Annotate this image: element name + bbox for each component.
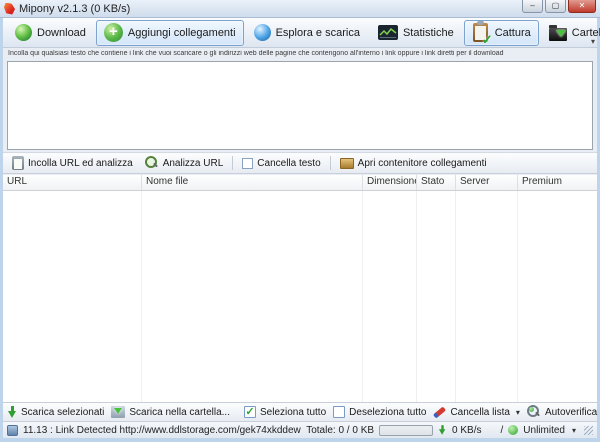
add-links-label: Aggiungi collegamenti <box>128 27 236 39</box>
blank-page-icon <box>242 158 253 169</box>
titlebar[interactable]: Mipony v2.1.3 (0 KB/s) – ▢ ✕ <box>0 0 600 18</box>
add-links-button[interactable]: + Aggiungi collegamenti <box>96 20 244 46</box>
links-table: URL Nome file Dimensione ... Stato Serve… <box>3 175 597 402</box>
column-header-server[interactable]: Server <box>456 175 518 190</box>
speed-down-arrow-icon <box>439 425 446 435</box>
status-message: 11.13 : Link Detected http://www.ddlstor… <box>23 425 301 436</box>
window-title: Mipony v2.1.3 (0 KB/s) <box>19 3 522 15</box>
download-folder-label: Cartella download <box>572 27 600 39</box>
open-container-button[interactable]: Apri contenitore collegamenti <box>337 156 490 171</box>
clear-list-label: Cancella lista <box>450 407 509 418</box>
minimize-button[interactable]: – <box>522 0 543 13</box>
statistics-button[interactable]: Statistiche <box>370 20 462 46</box>
total-progressbar <box>379 425 433 436</box>
main-toolbar: Download + Aggiungi collegamenti Esplora… <box>3 18 597 48</box>
analyze-url-button[interactable]: Analizza URL <box>142 154 227 172</box>
paste-hint-text: Incolla qui qualsiasi testo che contiene… <box>8 50 592 57</box>
add-plus-icon: + <box>104 23 123 42</box>
maximize-button[interactable]: ▢ <box>545 0 566 13</box>
container-box-icon <box>340 158 354 169</box>
autocheck-magnifier-icon <box>527 405 541 419</box>
download-label: Download <box>37 27 86 39</box>
download-selected-label: Scarica selezionati <box>21 407 104 418</box>
green-down-arrow-icon <box>8 406 17 418</box>
download-folder-icon <box>549 28 567 41</box>
table-header-row: URL Nome file Dimensione ... Stato Serve… <box>3 175 597 191</box>
window-controls: – ▢ ✕ <box>522 0 596 18</box>
browse-download-label: Esplora e scarica <box>276 27 360 39</box>
slash-separator: / <box>501 425 504 436</box>
speed-value: 0 KB/s <box>452 425 481 436</box>
select-all-button[interactable]: ✓ Seleziona tutto <box>244 406 326 418</box>
autocheck-label: Autoverifica <box>545 407 597 418</box>
checkbox-empty-icon <box>333 406 345 418</box>
globe-icon <box>254 24 271 41</box>
deselect-all-button[interactable]: Deseleziona tutto <box>333 406 426 418</box>
column-header-filename[interactable]: Nome file <box>142 175 363 190</box>
bottom-toolbar: Scarica selezionati Scarica nella cartel… <box>3 402 597 421</box>
speed-limit-value[interactable]: Unlimited <box>523 425 565 436</box>
deselect-all-label: Deseleziona tutto <box>349 407 426 418</box>
mipony-window: Mipony v2.1.3 (0 KB/s) – ▢ ✕ Download + … <box>0 0 600 442</box>
column-header-status[interactable]: Stato <box>417 175 456 190</box>
paste-icon <box>12 156 24 170</box>
total-label: Totale: 0 / 0 KB <box>306 425 374 436</box>
statistics-label: Statistiche <box>403 27 454 39</box>
clear-list-dropdown-icon[interactable]: ▾ <box>516 408 520 417</box>
capture-button[interactable]: ✓ Cattura <box>464 20 539 46</box>
table-column-url <box>3 191 142 402</box>
clear-text-button[interactable]: Cancella testo <box>239 156 323 171</box>
speed-limit-icon <box>508 425 518 435</box>
column-header-premium[interactable]: Premium <box>518 175 597 190</box>
capture-label: Cattura <box>495 27 531 39</box>
paste-analyze-button[interactable]: Incolla URL ed analizza <box>9 154 136 172</box>
open-container-label: Apri contenitore collegamenti <box>358 158 487 169</box>
browse-download-button[interactable]: Esplora e scarica <box>246 20 368 46</box>
toolbar-overflow-button[interactable]: ▾ <box>591 38 595 46</box>
status-bar: 11.13 : Link Detected http://www.ddlstor… <box>3 421 597 438</box>
speed-limit-dropdown-icon[interactable]: ▾ <box>572 426 576 435</box>
eraser-icon <box>433 406 446 418</box>
clear-text-label: Cancella testo <box>257 158 320 169</box>
table-column-server <box>456 191 518 402</box>
resize-grip[interactable] <box>584 426 593 435</box>
autocheck-button[interactable]: Autoverifica ▾ <box>527 405 600 419</box>
paste-analyze-label: Incolla URL ed analizza <box>28 158 133 169</box>
select-all-label: Seleziona tutto <box>260 407 326 418</box>
table-column-status <box>417 191 456 402</box>
toolbar-separator <box>330 156 331 170</box>
table-column-premium <box>518 191 597 402</box>
download-to-folder-label: Scarica nella cartella... <box>129 407 230 418</box>
table-column-filename <box>142 191 363 402</box>
url-toolbar: Incolla URL ed analizza Analizza URL Can… <box>3 152 597 174</box>
app-icon <box>4 3 15 15</box>
table-body[interactable] <box>3 191 597 402</box>
download-icon <box>15 24 32 41</box>
download-button[interactable]: Download <box>7 20 94 46</box>
statistics-icon <box>378 25 398 40</box>
column-header-size[interactable]: Dimensione ... <box>363 175 417 190</box>
checkbox-checked-icon: ✓ <box>244 406 256 418</box>
download-to-folder-button[interactable]: Scarica nella cartella... <box>111 406 230 418</box>
column-header-url[interactable]: URL <box>3 175 142 190</box>
status-info-icon <box>7 425 18 436</box>
magnifier-icon <box>145 156 159 170</box>
clear-list-button[interactable]: Cancella lista ▾ <box>433 407 520 418</box>
analyze-url-label: Analizza URL <box>163 158 224 169</box>
folder-download-icon <box>111 406 125 418</box>
close-button[interactable]: ✕ <box>568 0 596 13</box>
table-column-size <box>363 191 417 402</box>
toolbar-separator <box>232 156 233 170</box>
download-selected-button[interactable]: Scarica selezionati <box>8 406 104 418</box>
link-paste-textarea[interactable] <box>7 61 593 150</box>
capture-clipboard-icon: ✓ <box>472 23 490 43</box>
